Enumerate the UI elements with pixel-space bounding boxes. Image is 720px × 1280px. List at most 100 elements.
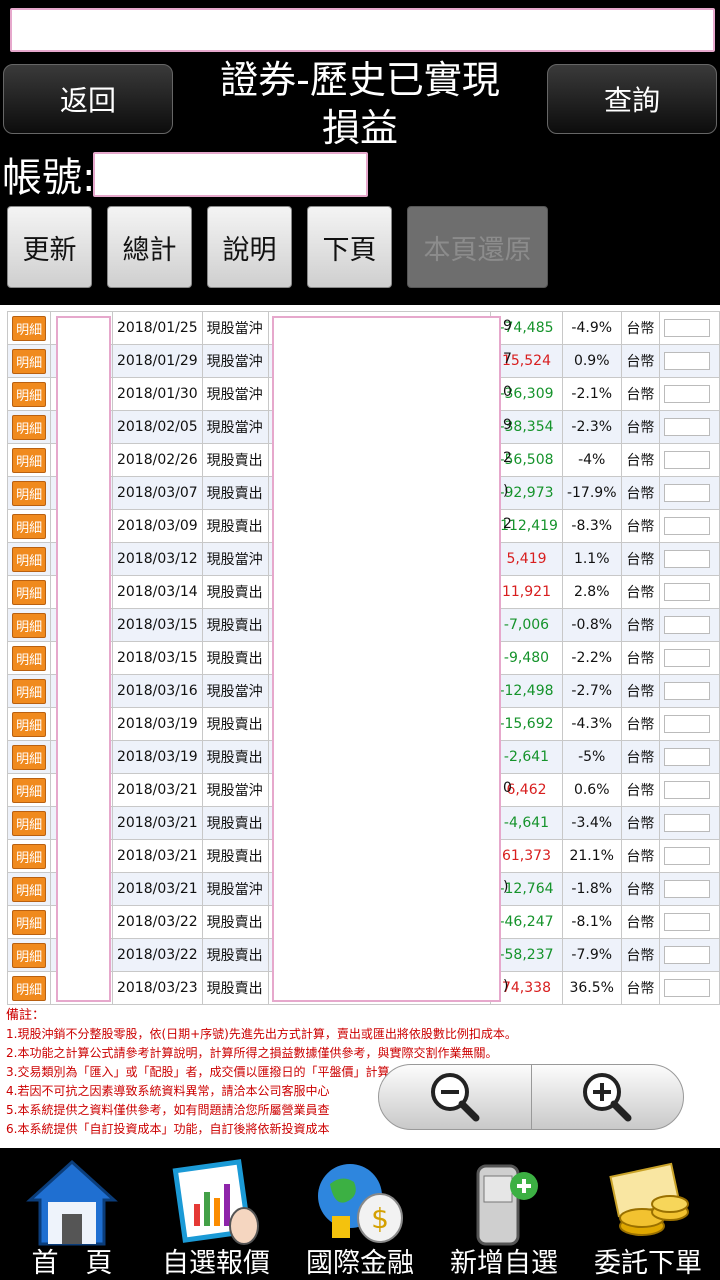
date-cell: 2018/03/07 bbox=[111, 476, 203, 510]
tab-place-order[interactable]: 委託下單 bbox=[576, 1150, 720, 1280]
tab-international-finance-label: 國際金融 bbox=[306, 1248, 414, 1279]
detail-button[interactable]: 明細 bbox=[12, 810, 47, 836]
tab-international-finance[interactable]: $ 國際金融 bbox=[288, 1150, 432, 1280]
custom-cost-input[interactable] bbox=[664, 517, 711, 535]
pl-percent-cell: -0.8% bbox=[561, 608, 622, 642]
detail-button[interactable]: 明細 bbox=[12, 348, 47, 374]
custom-cost-input[interactable] bbox=[664, 484, 711, 502]
coins-order-icon bbox=[609, 1162, 689, 1236]
detail-cell: 明細 bbox=[6, 641, 52, 675]
custom-cost-input[interactable] bbox=[664, 979, 711, 997]
custom-cost-input[interactable] bbox=[664, 319, 711, 337]
tab-watchlist-quotes[interactable]: 自選報價 bbox=[144, 1150, 288, 1280]
date-cell: 2018/03/15 bbox=[111, 608, 203, 642]
detail-cell: 明細 bbox=[6, 608, 52, 642]
pl-amount-cell: -4,641 bbox=[490, 806, 563, 840]
detail-cell: 明細 bbox=[6, 773, 52, 807]
custom-cost-input[interactable] bbox=[664, 550, 711, 568]
tab-home[interactable]: 首 頁 bbox=[0, 1150, 144, 1280]
page-title-line2: 損益 bbox=[321, 106, 398, 150]
detail-button[interactable]: 明細 bbox=[12, 381, 47, 407]
detail-button[interactable]: 明細 bbox=[12, 480, 47, 506]
currency-cell: 台幣 bbox=[620, 608, 661, 642]
currency-cell: 台幣 bbox=[620, 377, 661, 411]
detail-button[interactable]: 明細 bbox=[12, 711, 47, 737]
chart-board-icon bbox=[172, 1159, 259, 1245]
detail-button[interactable]: 明細 bbox=[12, 513, 47, 539]
custom-cost-input[interactable] bbox=[664, 715, 711, 733]
custom-cost-input[interactable] bbox=[664, 352, 711, 370]
detail-cell: 明細 bbox=[6, 476, 52, 510]
custom-cost-input[interactable] bbox=[664, 682, 711, 700]
pl-percent-cell: -17.9% bbox=[561, 476, 622, 510]
custom-cost-input[interactable] bbox=[664, 451, 711, 469]
detail-button[interactable]: 明細 bbox=[12, 579, 47, 605]
detail-button[interactable]: 明細 bbox=[12, 546, 47, 572]
currency-cell: 台幣 bbox=[620, 773, 661, 807]
date-cell: 2018/03/09 bbox=[111, 509, 203, 543]
custom-cost-input[interactable] bbox=[664, 583, 711, 601]
detail-cell: 明細 bbox=[6, 410, 52, 444]
home-icon bbox=[26, 1159, 118, 1246]
back-button[interactable]: 返回 bbox=[3, 64, 173, 134]
partially-hidden-value: 2 bbox=[503, 450, 512, 466]
trade-type-cell: 現股賣出 bbox=[201, 575, 269, 609]
pl-percent-cell: -3.4% bbox=[561, 806, 622, 840]
pl-amount-cell: -46,247 bbox=[490, 905, 563, 939]
custom-cost-input[interactable] bbox=[664, 649, 711, 667]
zoom-in-icon bbox=[583, 1073, 632, 1122]
query-button[interactable]: 查詢 bbox=[547, 64, 717, 134]
custom-cost-input[interactable] bbox=[664, 418, 711, 436]
pl-percent-cell: 36.5% bbox=[561, 971, 622, 1005]
partially-hidden-value: 9 bbox=[503, 318, 512, 334]
cost-input-cell bbox=[659, 641, 720, 675]
custom-cost-input[interactable] bbox=[664, 847, 711, 865]
tab-add-watchlist[interactable]: 新增自選 bbox=[432, 1150, 576, 1280]
cost-input-cell bbox=[659, 971, 720, 1005]
total-button[interactable]: 總計 bbox=[107, 206, 192, 288]
next-page-button[interactable]: 下頁 bbox=[307, 206, 392, 288]
detail-button[interactable]: 明細 bbox=[12, 612, 47, 638]
currency-cell: 台幣 bbox=[620, 938, 661, 972]
custom-cost-input[interactable] bbox=[664, 880, 711, 898]
redacted-block-middle bbox=[272, 316, 501, 1002]
detail-cell: 明細 bbox=[6, 542, 52, 576]
partially-hidden-value: ) bbox=[503, 978, 509, 994]
pl-amount-cell: -12,764 bbox=[490, 872, 563, 906]
trade-type-cell: 現股當沖 bbox=[201, 674, 269, 708]
restore-page-button: 本頁還原 bbox=[407, 206, 548, 288]
help-button[interactable]: 說明 bbox=[207, 206, 292, 288]
date-cell: 2018/01/25 bbox=[111, 311, 203, 345]
custom-cost-input[interactable] bbox=[664, 781, 711, 799]
custom-cost-input[interactable] bbox=[664, 913, 711, 931]
detail-button[interactable]: 明細 bbox=[12, 777, 47, 803]
detail-button[interactable]: 明細 bbox=[12, 744, 47, 770]
detail-button[interactable]: 明細 bbox=[12, 315, 47, 341]
top-search-input[interactable] bbox=[10, 8, 715, 52]
zoom-out-button[interactable] bbox=[379, 1065, 531, 1129]
notes-title: 備註： bbox=[6, 1008, 46, 1023]
custom-cost-input[interactable] bbox=[664, 616, 711, 634]
detail-button[interactable]: 明細 bbox=[12, 909, 47, 935]
detail-button[interactable]: 明細 bbox=[12, 678, 47, 704]
date-cell: 2018/03/15 bbox=[111, 641, 203, 675]
detail-button[interactable]: 明細 bbox=[12, 645, 47, 671]
detail-button[interactable]: 明細 bbox=[12, 447, 47, 473]
note-line: 2.本功能之計算公式請參考計算說明，計算所得之損益數據僅供參考，與實際交割作業無… bbox=[6, 1046, 498, 1060]
refresh-button[interactable]: 更新 bbox=[7, 206, 92, 288]
custom-cost-input[interactable] bbox=[664, 748, 711, 766]
account-input[interactable] bbox=[93, 152, 368, 197]
detail-button[interactable]: 明細 bbox=[12, 843, 47, 869]
custom-cost-input[interactable] bbox=[664, 814, 711, 832]
custom-cost-input[interactable] bbox=[664, 385, 711, 403]
cost-input-cell bbox=[659, 476, 720, 510]
cost-input-cell bbox=[659, 773, 720, 807]
detail-button[interactable]: 明細 bbox=[12, 975, 47, 1001]
detail-cell: 明細 bbox=[6, 575, 52, 609]
detail-button[interactable]: 明細 bbox=[12, 942, 47, 968]
cost-input-cell bbox=[659, 839, 720, 873]
detail-button[interactable]: 明細 bbox=[12, 414, 47, 440]
custom-cost-input[interactable] bbox=[664, 946, 711, 964]
detail-button[interactable]: 明細 bbox=[12, 876, 47, 902]
zoom-in-button[interactable] bbox=[530, 1065, 684, 1129]
